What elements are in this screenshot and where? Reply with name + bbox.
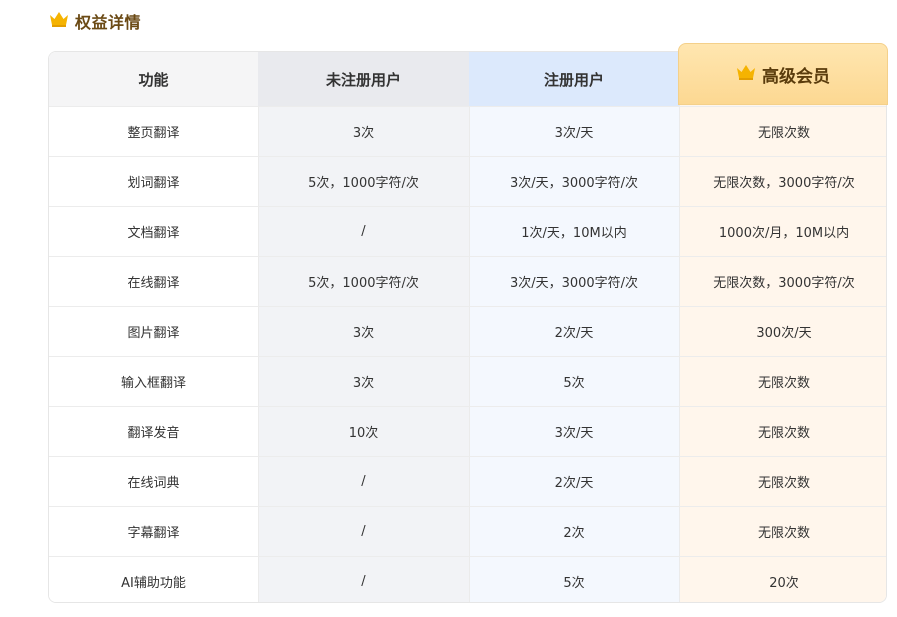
unregistered-cell: /: [361, 574, 366, 589]
premium-cell: 1000次/月，10M以内: [718, 226, 850, 241]
unregistered-cell: 5次，1000字符/次: [308, 176, 419, 191]
premium-cell: 300次/天: [756, 326, 812, 341]
premium-cell: 无限次数: [757, 476, 810, 491]
table-row: 字幕翻译 / 2次 无限次数: [49, 506, 886, 556]
feature-cell: 输入框翻译: [120, 376, 186, 391]
unregistered-cell: /: [361, 224, 366, 239]
header-unregistered: 未注册用户: [258, 52, 469, 106]
feature-cell: 字幕翻译: [127, 526, 180, 541]
registered-cell: 3次/天，3000字符/次: [509, 176, 639, 191]
unregistered-cell: /: [361, 474, 366, 489]
crown-icon: [49, 11, 69, 31]
benefits-table: 功能 未注册用户 注册用户 整页翻译 3次 3次/天 无限次数 划词翻译 5次，1000字…: [48, 43, 889, 604]
registered-cell: 3次/天: [554, 126, 594, 141]
registered-cell: 2次: [563, 526, 585, 541]
unregistered-cell: 10次: [348, 426, 379, 441]
registered-cell: 2次/天: [554, 326, 594, 341]
feature-cell: 在线翻译: [127, 276, 180, 291]
table-row: 在线词典 / 2次/天 无限次数: [49, 456, 886, 506]
table-row: 输入框翻译 3次 5次 无限次数: [49, 356, 886, 406]
registered-cell: 3次/天，3000字符/次: [509, 276, 639, 291]
unregistered-cell: 5次，1000字符/次: [308, 276, 419, 291]
premium-cell: 无限次数: [757, 126, 810, 141]
registered-cell: 2次/天: [554, 476, 594, 491]
section-header: 权益详情: [49, 9, 141, 33]
table-row: 在线翻译 5次，1000字符/次 3次/天，3000字符/次 无限次数，3000字符/…: [49, 256, 886, 306]
unregistered-cell: 3次: [352, 326, 375, 341]
unregistered-cell: 3次: [352, 376, 375, 391]
table-row: 翻译发音 10次 3次/天 无限次数: [49, 406, 886, 456]
feature-cell: AI辅助功能: [121, 576, 186, 591]
feature-cell: 整页翻译: [127, 126, 180, 141]
header-premium-label: 高级会员: [762, 66, 830, 87]
table-row: AI辅助功能 / 5次 20次: [49, 556, 886, 602]
premium-cell: 无限次数，3000字符/次: [713, 176, 855, 191]
unregistered-cell: 3次: [352, 126, 375, 141]
header-feature: 功能: [49, 52, 258, 106]
feature-cell: 图片翻译: [127, 326, 180, 341]
table-row: 整页翻译 3次 3次/天 无限次数: [49, 106, 886, 156]
header-registered: 注册用户: [469, 52, 679, 106]
feature-cell: 在线词典: [127, 476, 180, 491]
crown-icon: [736, 64, 756, 85]
premium-cell: 无限次数，3000字符/次: [713, 276, 855, 291]
feature-cell: 划词翻译: [127, 176, 180, 191]
unregistered-cell: /: [361, 524, 366, 539]
registered-cell: 1次/天，10M以内: [521, 226, 627, 241]
section-title: 权益详情: [75, 13, 142, 32]
table-row: 划词翻译 5次，1000字符/次 3次/天，3000字符/次 无限次数，3000字符/…: [49, 156, 886, 206]
registered-cell: 5次: [563, 576, 585, 591]
table-row: 图片翻译 3次 2次/天 300次/天: [49, 306, 886, 356]
header-premium: 高级会员: [678, 43, 888, 105]
premium-cell: 无限次数: [757, 376, 810, 391]
table-row: 文档翻译 / 1次/天，10M以内 1000次/月，10M以内: [49, 206, 886, 256]
feature-cell: 翻译发音: [127, 426, 180, 441]
premium-cell: 无限次数: [757, 426, 810, 441]
registered-cell: 3次/天: [554, 426, 594, 441]
registered-cell: 5次: [563, 376, 585, 391]
feature-cell: 文档翻译: [127, 226, 180, 241]
premium-cell: 20次: [769, 576, 799, 591]
table-frame: 功能 未注册用户 注册用户 整页翻译 3次 3次/天 无限次数 划词翻译 5次，1000字…: [48, 51, 887, 603]
premium-cell: 无限次数: [757, 526, 810, 541]
